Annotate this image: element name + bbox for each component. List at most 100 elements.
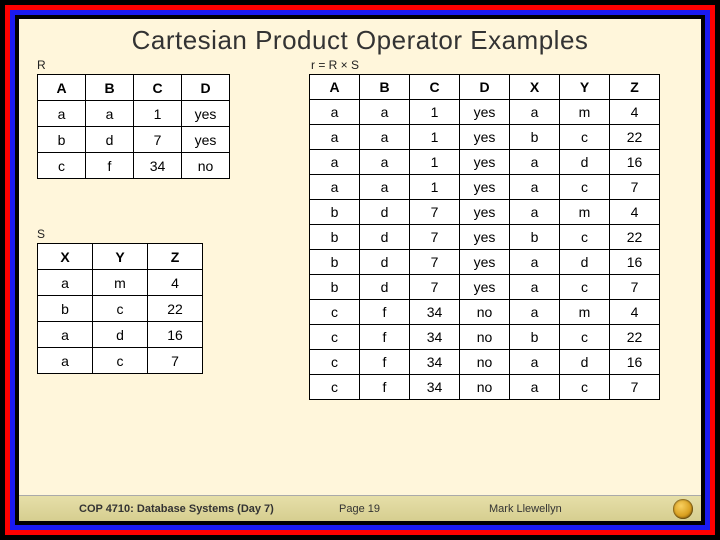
slide-title: Cartesian Product Operator Examples [19, 19, 701, 58]
table-result-cell: 1 [410, 150, 460, 175]
table-result-cell: 16 [610, 350, 660, 375]
table-R-cell: 7 [134, 127, 182, 153]
table-S-header: Z [148, 244, 203, 270]
table-result-cell: b [510, 325, 560, 350]
table-result-cell: a [360, 175, 410, 200]
table-result-header: B [360, 75, 410, 100]
table-R-cell: b [38, 127, 86, 153]
table-S-cell: a [38, 270, 93, 296]
left-column: R ABCDaa1yesbd7yescf34no S XYZam4bc22ad1… [37, 58, 257, 374]
table-R-cell: c [38, 153, 86, 179]
table-S-cell: a [38, 322, 93, 348]
table-result-cell: 22 [610, 125, 660, 150]
table-S-header: Y [93, 244, 148, 270]
table-result-header: D [460, 75, 510, 100]
table-result-cell: a [510, 100, 560, 125]
table-result-cell: 22 [610, 325, 660, 350]
table-result-cell: c [310, 375, 360, 400]
footer-course: COP 4710: Database Systems (Day 7) [79, 503, 274, 515]
table-result-cell: 4 [610, 200, 660, 225]
table-result-cell: b [310, 200, 360, 225]
table-R-cell: a [86, 101, 134, 127]
table-result-cell: a [510, 250, 560, 275]
table-result-cell: a [310, 150, 360, 175]
table-result-cell: 4 [610, 300, 660, 325]
label-S: S [37, 227, 257, 241]
footer-author: Mark Llewellyn [489, 503, 562, 515]
table-result-cell: d [360, 250, 410, 275]
table-R-cell: yes [182, 101, 230, 127]
table-result-cell: c [310, 300, 360, 325]
label-result: r = R × S [309, 58, 679, 72]
table-result-cell: a [510, 350, 560, 375]
table-R-row: aa1yes [38, 101, 230, 127]
table-R-cell: 34 [134, 153, 182, 179]
table-S-header: X [38, 244, 93, 270]
table-S-cell: c [93, 296, 148, 322]
table-result-row: aa1yesbc22 [310, 125, 660, 150]
label-R: R [37, 58, 257, 72]
footer-page: Page 19 [339, 503, 380, 515]
table-result-row: aa1yesac7 [310, 175, 660, 200]
table-result-cell: c [560, 275, 610, 300]
table-result-cell: a [360, 150, 410, 175]
table-result-cell: a [360, 125, 410, 150]
table-result-row: bd7yesac7 [310, 275, 660, 300]
table-result-cell: a [510, 375, 560, 400]
table-result-cell: m [560, 300, 610, 325]
table-result-cell: a [510, 200, 560, 225]
table-result-cell: m [560, 100, 610, 125]
table-result-cell: c [560, 175, 610, 200]
table-result-cell: 4 [610, 100, 660, 125]
table-R-cell: f [86, 153, 134, 179]
table-R-cell: yes [182, 127, 230, 153]
table-result-cell: 7 [410, 250, 460, 275]
table-S-cell: 7 [148, 348, 203, 374]
table-S-cell: 16 [148, 322, 203, 348]
table-R-header: B [86, 75, 134, 101]
table-S: XYZam4bc22ad16ac7 [37, 243, 203, 374]
footer: COP 4710: Database Systems (Day 7) Page … [19, 495, 701, 521]
table-R-cell: no [182, 153, 230, 179]
table-result-cell: yes [460, 125, 510, 150]
table-result-cell: b [510, 225, 560, 250]
table-S-row: ac7 [38, 348, 203, 374]
table-result-cell: yes [460, 100, 510, 125]
table-result-row: bd7yesbc22 [310, 225, 660, 250]
table-R: ABCDaa1yesbd7yescf34no [37, 74, 230, 179]
table-S-cell: d [93, 322, 148, 348]
table-result-row: aa1yesam4 [310, 100, 660, 125]
table-result-cell: a [310, 100, 360, 125]
table-S-cell: c [93, 348, 148, 374]
table-result-cell: 7 [610, 375, 660, 400]
table-S-row: ad16 [38, 322, 203, 348]
table-result-cell: b [310, 225, 360, 250]
table-result-row: aa1yesad16 [310, 150, 660, 175]
table-result-cell: b [310, 250, 360, 275]
table-result-cell: c [560, 325, 610, 350]
table-R-cell: 1 [134, 101, 182, 127]
table-result-cell: d [360, 225, 410, 250]
table-result-cell: f [360, 350, 410, 375]
table-result-cell: f [360, 325, 410, 350]
table-R-cell: a [38, 101, 86, 127]
right-column: r = R × S ABCDXYZaa1yesam4aa1yesbc22aa1y… [309, 58, 679, 400]
table-result-cell: d [560, 350, 610, 375]
table-result-cell: m [560, 200, 610, 225]
table-result-row: cf34nobc22 [310, 325, 660, 350]
table-result-header: A [310, 75, 360, 100]
table-result-cell: a [310, 125, 360, 150]
table-result-cell: a [510, 275, 560, 300]
table-R-header: A [38, 75, 86, 101]
table-result-row: cf34noam4 [310, 300, 660, 325]
table-result-cell: a [310, 175, 360, 200]
table-result-cell: a [510, 300, 560, 325]
table-result-cell: no [460, 325, 510, 350]
table-result: ABCDXYZaa1yesam4aa1yesbc22aa1yesad16aa1y… [309, 74, 660, 400]
table-result-cell: a [510, 175, 560, 200]
table-S-cell: 4 [148, 270, 203, 296]
table-result-cell: 1 [410, 175, 460, 200]
table-result-cell: a [360, 100, 410, 125]
table-S-cell: m [93, 270, 148, 296]
table-S-cell: a [38, 348, 93, 374]
